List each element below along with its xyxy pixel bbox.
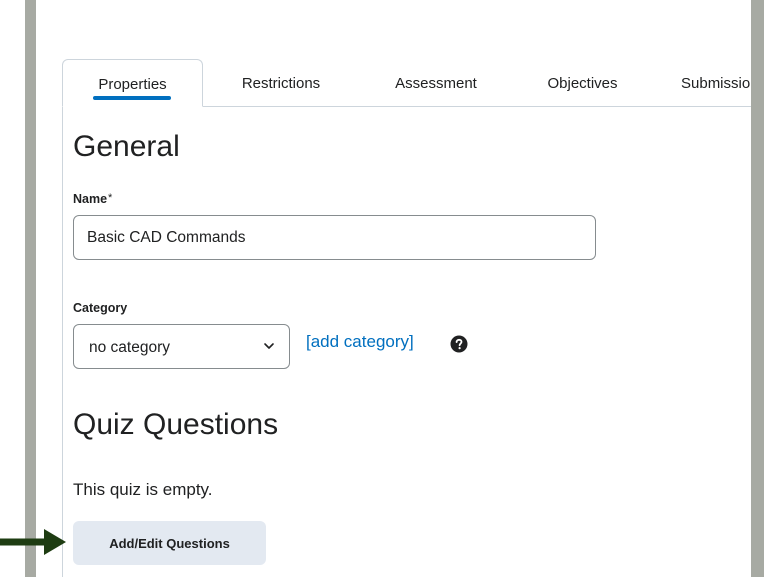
tab-submissions[interactable]: Submissions bbox=[652, 59, 751, 107]
empty-quiz-message: This quiz is empty. bbox=[73, 480, 213, 499]
name-input[interactable] bbox=[73, 215, 596, 260]
quiz-editor-panel: Properties Restrictions Assessment Objec… bbox=[36, 0, 751, 577]
add-edit-questions-button[interactable]: Add/Edit Questions bbox=[73, 521, 266, 565]
tab-assessment[interactable]: Assessment bbox=[359, 59, 513, 107]
active-tab-indicator bbox=[93, 96, 171, 100]
name-label-text: Name bbox=[73, 192, 108, 206]
add-category-link[interactable]: [add category] bbox=[306, 332, 414, 352]
quiz-questions-heading: Quiz Questions bbox=[73, 408, 279, 441]
tab-bar: Properties Restrictions Assessment Objec… bbox=[62, 59, 751, 107]
name-label: Name* bbox=[73, 192, 112, 206]
tab-properties-label: Properties bbox=[98, 76, 167, 93]
right-arrow-icon bbox=[0, 529, 66, 555]
tab-objectives-label: Objectives bbox=[547, 75, 618, 92]
tab-restrictions[interactable]: Restrictions bbox=[203, 59, 359, 107]
tab-assessment-label: Assessment bbox=[395, 75, 477, 92]
tab-submissions-label: Submissions bbox=[681, 75, 751, 92]
right-border bbox=[751, 0, 764, 577]
question-circle-icon[interactable] bbox=[450, 335, 468, 353]
category-select-value: no category bbox=[89, 339, 170, 356]
tab-restrictions-label: Restrictions bbox=[241, 75, 321, 92]
category-label: Category bbox=[73, 301, 128, 315]
category-select[interactable]: no category bbox=[73, 324, 290, 369]
chevron-down-icon bbox=[264, 343, 274, 349]
left-border bbox=[25, 0, 36, 577]
tab-objectives[interactable]: Objectives bbox=[513, 59, 652, 107]
general-heading: General bbox=[73, 130, 180, 163]
required-asterisk: * bbox=[108, 192, 113, 204]
tab-properties[interactable]: Properties bbox=[62, 59, 203, 107]
tab-panel-border bbox=[62, 106, 63, 577]
